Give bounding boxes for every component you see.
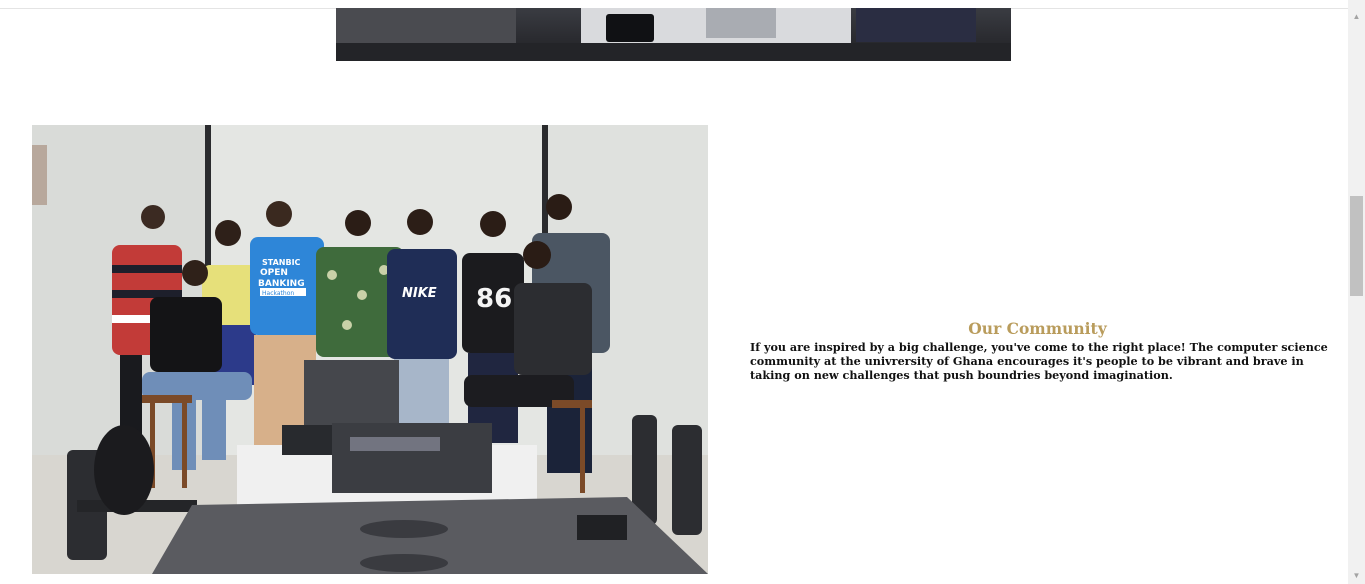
previous-section-photo [336, 8, 1011, 61]
shirt-86-text: 86 [476, 284, 512, 314]
shirt-banking-text: BANKING [258, 279, 305, 289]
section-body-text: If you are inspired by a big challenge, … [750, 340, 1328, 382]
scrollbar-thumb[interactable] [1350, 196, 1363, 296]
community-text-block: Our Community If you are inspired by a b… [750, 318, 1330, 382]
chevron-up-icon[interactable]: ▲ [1348, 8, 1365, 25]
shirt-stanbic-text: STANBIC [262, 258, 301, 267]
community-group-photo: STANBIC OPEN BANKING Hackathon NIKE 86 [32, 125, 708, 574]
shirt-nike-text: NIKE [402, 286, 437, 301]
shirt-open-text: OPEN [260, 268, 288, 278]
chevron-down-icon[interactable]: ▼ [1348, 567, 1365, 584]
page: STANBIC OPEN BANKING Hackathon NIKE 86 O… [0, 0, 1365, 584]
section-title: Our Community [968, 319, 1107, 338]
vertical-scrollbar[interactable]: ▲ ▼ [1348, 0, 1365, 584]
shirt-hackathon-text: Hackathon [262, 290, 294, 297]
